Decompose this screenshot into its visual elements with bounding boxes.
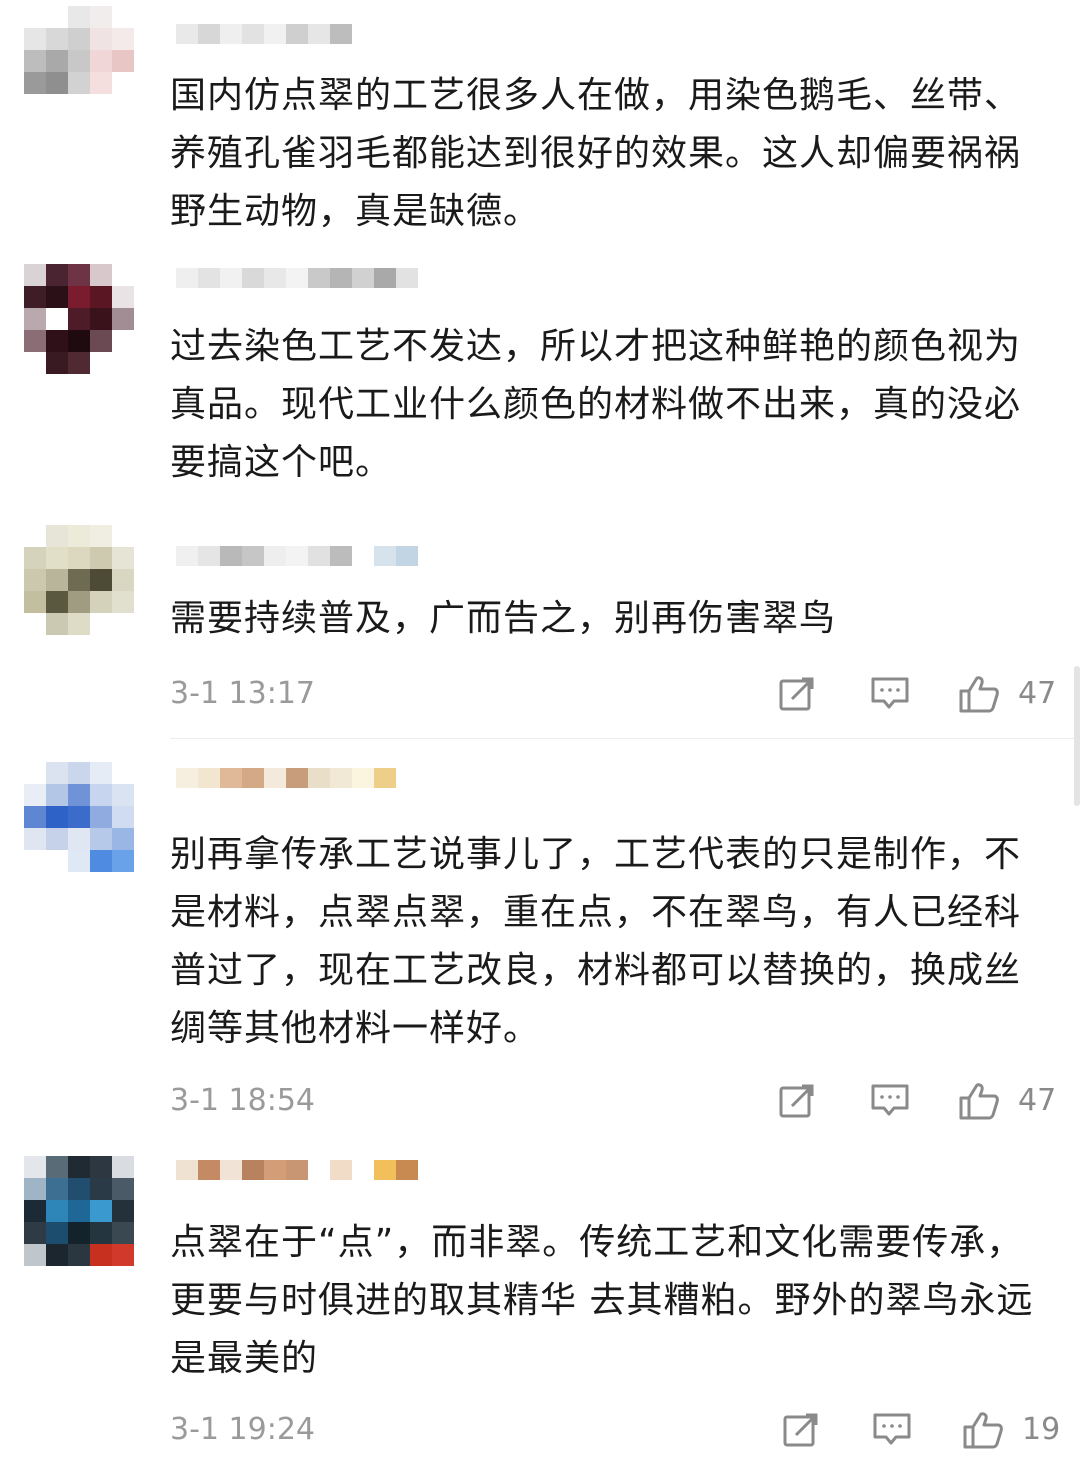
comment-icon [871, 1084, 909, 1116]
avatar[interactable] [24, 6, 134, 116]
username-blurred[interactable] [176, 546, 418, 582]
username-blurred[interactable] [176, 24, 352, 60]
like-button[interactable]: 47 [958, 1081, 1056, 1121]
like-count: 47 [1018, 676, 1057, 711]
reply-button[interactable] [872, 1410, 912, 1450]
comment-icon [873, 1413, 911, 1445]
share-icon [783, 1413, 818, 1447]
share-icon [779, 677, 814, 711]
divider [170, 738, 1080, 739]
comment-text: 国内仿点翠的工艺很多人在做，用染色鹅毛、丝带、养殖孔雀羽毛都能达到很好的效果。这… [170, 75, 1022, 232]
thumbs-up-icon [959, 676, 999, 713]
reply-button[interactable] [870, 674, 910, 714]
comment-meta: 3-1 18:54 47 [170, 1081, 1060, 1121]
like-count: 47 [1018, 1083, 1057, 1118]
comment-time: 3-1 18:54 [170, 1083, 315, 1118]
thumbs-up-icon [963, 1412, 1003, 1449]
comment-text: 过去染色工艺不发达，所以才把这种鲜艳的颜色视为真品。现代工业什么颜色的材料做不出… [170, 326, 1022, 483]
comment-time: 3-1 19:24 [170, 1412, 315, 1447]
username-blurred[interactable] [176, 768, 396, 804]
username-blurred[interactable] [176, 1160, 418, 1196]
share-button[interactable] [782, 1410, 820, 1450]
comment-text: 点翠在于“点”，而非翠。传统工艺和文化需要传承，更要与时俱进的取其精华 去其糟粕… [170, 1222, 1034, 1379]
comment-text: 别再拿传承工艺说事儿了，工艺代表的只是制作，不是材料，点翠点翠，重在点，不在翠鸟… [170, 834, 1022, 1049]
reply-button[interactable] [870, 1081, 910, 1121]
avatar[interactable] [24, 525, 134, 635]
like-button[interactable]: 47 [958, 674, 1056, 714]
share-button[interactable] [778, 1081, 816, 1121]
avatar[interactable] [24, 1156, 134, 1266]
avatar[interactable] [24, 762, 134, 872]
username-blurred[interactable] [176, 268, 418, 304]
scrollbar[interactable] [1074, 666, 1080, 806]
comment-meta: 3-1 13:17 47 [170, 674, 1060, 714]
share-button[interactable] [778, 674, 816, 714]
comment-text: 需要持续普及，广而告之，别再伤害翠鸟 [170, 598, 837, 639]
like-count: 19 [1022, 1412, 1061, 1447]
avatar[interactable] [24, 264, 134, 374]
thumbs-up-icon [959, 1083, 999, 1120]
comment-time: 3-1 13:17 [170, 676, 315, 711]
share-icon [779, 1084, 814, 1118]
comment-icon [871, 677, 909, 709]
comment-meta: 3-1 19:24 19 [170, 1410, 1060, 1450]
like-button[interactable]: 19 [962, 1410, 1060, 1450]
